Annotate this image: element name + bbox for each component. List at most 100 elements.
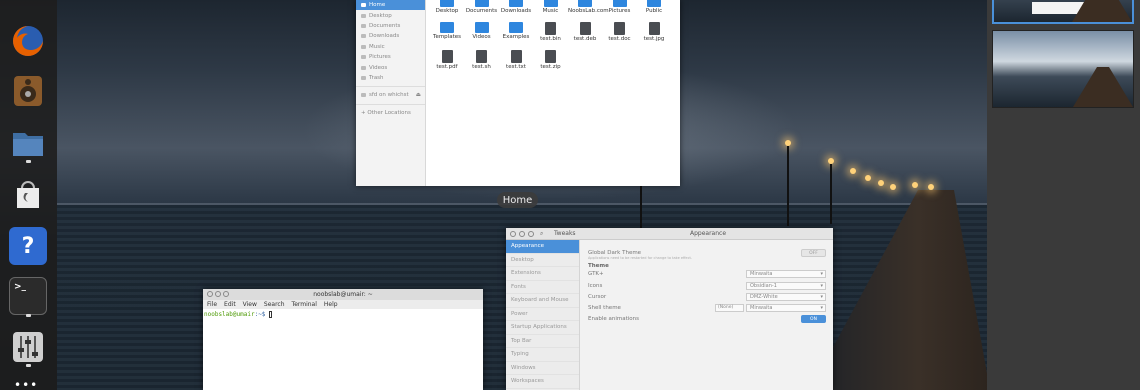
terminal-titlebar: noobslab@umair: ~ — [203, 289, 483, 300]
folder-icon — [440, 22, 454, 33]
tweaks-icon[interactable] — [9, 328, 47, 366]
file-item-label: test.pdf — [436, 64, 458, 70]
file-item-label: test.deb — [573, 36, 597, 42]
sidebar-item-home[interactable]: Home — [356, 0, 425, 11]
file-item[interactable]: Templates — [430, 22, 464, 41]
gtk-label: GTK+ — [588, 271, 604, 277]
file-item[interactable]: Public — [637, 0, 671, 15]
help-icon[interactable]: ? — [9, 227, 47, 265]
menu-item[interactable]: Terminal — [292, 301, 317, 308]
icon-theme-select[interactable]: Obsidian-1 ▾ — [746, 282, 826, 290]
close-icon[interactable] — [510, 231, 516, 237]
prompt-path: :~$ — [254, 311, 266, 318]
sidebar-item-trash[interactable]: Trash — [356, 73, 425, 83]
minimize-icon[interactable] — [215, 291, 221, 297]
terminal-icon[interactable]: >_ — [9, 277, 47, 315]
tweaks-sidebar-item[interactable]: Typing — [506, 348, 579, 362]
sidebar-item-other-locations[interactable]: + Other Locations — [356, 108, 425, 118]
file-item-label: test.sh — [472, 64, 491, 70]
search-icon[interactable]: ⌕ — [540, 230, 543, 238]
desktop: ? >_ ••• Home Desktop Documents Downloads Mu… — [0, 0, 1140, 390]
chevron-down-icon: ▾ — [820, 283, 823, 289]
menu-item[interactable]: File — [207, 301, 217, 308]
file-item[interactable]: test.zip — [534, 50, 568, 71]
tweaks-sidebar-item[interactable]: Extensions — [506, 267, 579, 281]
terminal-body[interactable]: noobslab@umair:~$ — [203, 309, 483, 320]
files-window[interactable]: Home Desktop Documents Downloads Music Pictur… — [356, 0, 680, 186]
file-item-label: NoobsLab.com — [568, 8, 609, 14]
lamp-post — [787, 146, 789, 226]
tweaks-sidebar-item[interactable]: Fonts — [506, 281, 579, 294]
eject-icon[interactable]: ⏏ — [416, 92, 421, 98]
tweaks-sidebar-item[interactable]: Workspaces — [506, 375, 579, 389]
workspace-thumbnail-2[interactable] — [992, 30, 1134, 108]
file-item[interactable]: Desktop — [430, 0, 464, 15]
sidebar-item-pictures[interactable]: Pictures — [356, 52, 425, 62]
sidebar-item-label: Videos — [369, 64, 388, 71]
files-icon[interactable] — [9, 125, 47, 163]
file-item[interactable]: Documents — [465, 0, 499, 15]
tweaks-sidebar-item[interactable]: Power — [506, 308, 579, 321]
file-item[interactable]: test.bin — [534, 22, 568, 43]
sidebar-item-documents[interactable]: Documents — [356, 21, 425, 31]
file-item[interactable]: test.doc — [603, 22, 637, 43]
tweaks-sidebar-item[interactable]: Appearance — [506, 240, 579, 254]
speaker-icon[interactable] — [9, 72, 47, 110]
sidebar-item-videos[interactable]: Videos — [356, 62, 425, 72]
running-indicator — [26, 364, 31, 367]
theme-heading: Theme — [588, 263, 609, 269]
window-caption: Home — [497, 192, 538, 208]
show-apps-icon[interactable]: ••• — [14, 378, 38, 390]
maximize-icon[interactable] — [223, 291, 229, 297]
shell-theme-select[interactable]: Minwaita ▾ — [746, 304, 826, 312]
cursor-theme-value: DMZ-White — [750, 294, 778, 300]
tweaks-window[interactable]: ⌕ Tweaks Appearance Appearance Desktop Ext… — [506, 228, 833, 390]
file-item[interactable]: Pictures — [603, 0, 637, 15]
menu-item[interactable]: Help — [324, 301, 338, 308]
menu-item[interactable]: Search — [264, 301, 285, 308]
sidebar-item-label: Music — [369, 43, 385, 50]
file-item[interactable]: NoobsLab.com — [568, 0, 609, 15]
tweaks-sidebar: Appearance Desktop Extensions Fonts Keyboard… — [506, 240, 580, 390]
sidebar-item-network[interactable]: sfd on whichst ⏏ — [356, 90, 425, 100]
gtk-theme-select[interactable]: Minwaita ▾ — [746, 270, 826, 278]
file-item[interactable]: Music — [534, 0, 568, 15]
terminal-window[interactable]: noobslab@umair: ~ File Edit View Search Term… — [203, 289, 483, 390]
tweaks-sidebar-item[interactable]: Keyboard and Mouse — [506, 294, 579, 308]
shell-theme-none-button[interactable]: (None) — [715, 304, 744, 312]
workspace-thumbnail-1[interactable] — [992, 0, 1134, 24]
cursor-label: Cursor — [588, 294, 607, 300]
maximize-icon[interactable] — [528, 231, 534, 237]
files-sidebar: Home Desktop Documents Downloads Music Pictur… — [356, 0, 426, 186]
file-icon — [510, 50, 522, 63]
file-item[interactable]: test.pdf — [430, 50, 464, 71]
tweaks-sidebar-item[interactable]: Windows — [506, 362, 579, 375]
tweaks-sidebar-item[interactable]: Startup Applications — [506, 321, 579, 335]
software-icon[interactable] — [9, 176, 47, 214]
lamp-light — [865, 175, 871, 181]
minimize-icon[interactable] — [519, 231, 525, 237]
global-dark-toggle[interactable]: OFF — [801, 249, 826, 257]
close-icon[interactable] — [207, 291, 213, 297]
menu-item[interactable]: View — [243, 301, 257, 308]
file-item[interactable]: test.txt — [499, 50, 533, 71]
lamp-light — [912, 182, 918, 188]
file-item[interactable]: Videos — [465, 22, 499, 41]
file-item[interactable]: Examples — [499, 22, 533, 41]
menu-item[interactable]: Edit — [224, 301, 236, 308]
file-item[interactable]: test.jpg — [637, 22, 671, 43]
file-icon — [614, 22, 625, 35]
file-item[interactable]: test.sh — [465, 50, 499, 71]
sidebar-item-desktop[interactable]: Desktop — [356, 10, 425, 20]
animations-toggle[interactable]: ON — [801, 315, 826, 323]
sidebar-item-music[interactable]: Music — [356, 42, 425, 52]
file-item[interactable]: Downloads — [499, 0, 533, 15]
sidebar-item-downloads[interactable]: Downloads — [356, 31, 425, 41]
folder-icon — [509, 0, 523, 7]
firefox-icon[interactable] — [9, 22, 47, 60]
tweaks-sidebar-item[interactable]: Desktop — [506, 254, 579, 267]
folder-icon — [647, 0, 661, 7]
cursor-theme-select[interactable]: DMZ-White ▾ — [746, 293, 826, 301]
file-item[interactable]: test.deb — [568, 22, 602, 43]
tweaks-sidebar-item[interactable]: Top Bar — [506, 335, 579, 348]
